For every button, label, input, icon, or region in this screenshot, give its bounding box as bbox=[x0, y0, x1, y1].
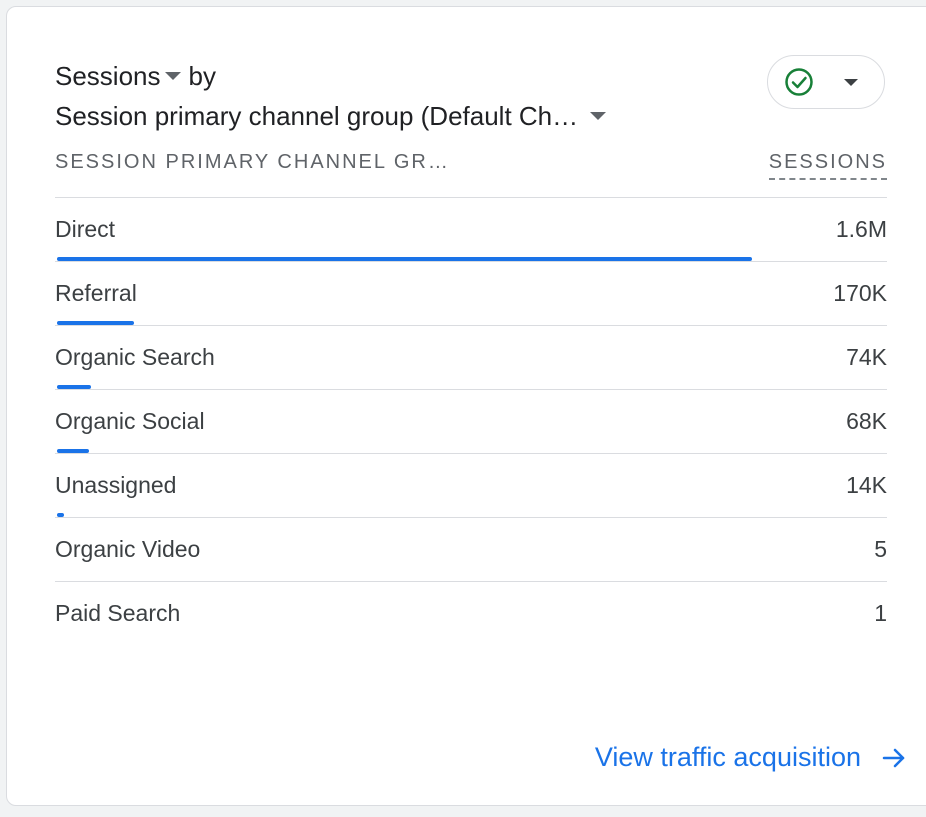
dimension-column-header[interactable]: SESSION PRIMARY CHANNEL GR… bbox=[55, 151, 450, 174]
row-value: 14K bbox=[846, 472, 887, 498]
row-bar bbox=[57, 257, 752, 261]
row-value: 1.6M bbox=[835, 216, 887, 242]
row-label: Paid Search bbox=[55, 600, 181, 626]
row-value: 170K bbox=[833, 280, 887, 306]
table-row: Organic Social 68K bbox=[55, 390, 887, 454]
row-bar bbox=[57, 385, 91, 389]
row-value: 1 bbox=[874, 600, 887, 626]
title-line-dimension: Session primary channel group (Default C… bbox=[55, 99, 895, 133]
sessions-by-channel-card: Sessions by Session primary channel grou… bbox=[6, 6, 926, 806]
row-label: Direct bbox=[55, 216, 116, 242]
metric-selector[interactable]: Sessions bbox=[55, 59, 189, 93]
arrow-right-icon bbox=[882, 748, 905, 767]
row-bar bbox=[57, 513, 64, 517]
row-label: Organic Search bbox=[55, 344, 215, 370]
sessions-column-header[interactable]: SESSIONS bbox=[768, 151, 887, 180]
check-circle-icon bbox=[785, 68, 813, 96]
table-header: SESSION PRIMARY CHANNEL GR… SESSIONS bbox=[55, 151, 887, 198]
view-traffic-acquisition-link[interactable]: View traffic acquisition bbox=[595, 742, 907, 773]
row-label: Organic Video bbox=[55, 536, 201, 562]
table-row: Paid Search 1 bbox=[55, 582, 887, 646]
table-body: Direct 1.6M Referral 170K Organic Search… bbox=[55, 198, 887, 646]
row-label: Organic Social bbox=[55, 408, 205, 434]
dimension-selector[interactable]: Session primary channel group (Default C… bbox=[55, 99, 614, 133]
table-row: Unassigned 14K bbox=[55, 454, 887, 518]
table-row: Organic Search 74K bbox=[55, 326, 887, 390]
row-value: 5 bbox=[874, 536, 887, 562]
table-row: Direct 1.6M bbox=[55, 198, 887, 262]
dimension-caret-icon bbox=[590, 112, 607, 120]
row-label: Unassigned bbox=[55, 472, 177, 498]
row-value: 74K bbox=[846, 344, 887, 370]
table-row: Referral 170K bbox=[55, 262, 887, 326]
chevron-down-icon bbox=[844, 78, 858, 86]
metric-label: Sessions bbox=[55, 61, 161, 91]
by-label: by bbox=[188, 61, 216, 91]
view-traffic-acquisition-label: View traffic acquisition bbox=[594, 742, 861, 772]
row-bar bbox=[57, 449, 89, 453]
metric-caret-icon bbox=[164, 72, 181, 80]
dimension-label: Session primary channel group (Default C… bbox=[55, 101, 579, 131]
data-quality-status-button[interactable] bbox=[767, 55, 885, 109]
row-label: Referral bbox=[55, 280, 137, 306]
row-bar bbox=[57, 321, 134, 325]
row-value: 68K bbox=[846, 408, 887, 434]
table-row: Organic Video 5 bbox=[55, 518, 887, 582]
